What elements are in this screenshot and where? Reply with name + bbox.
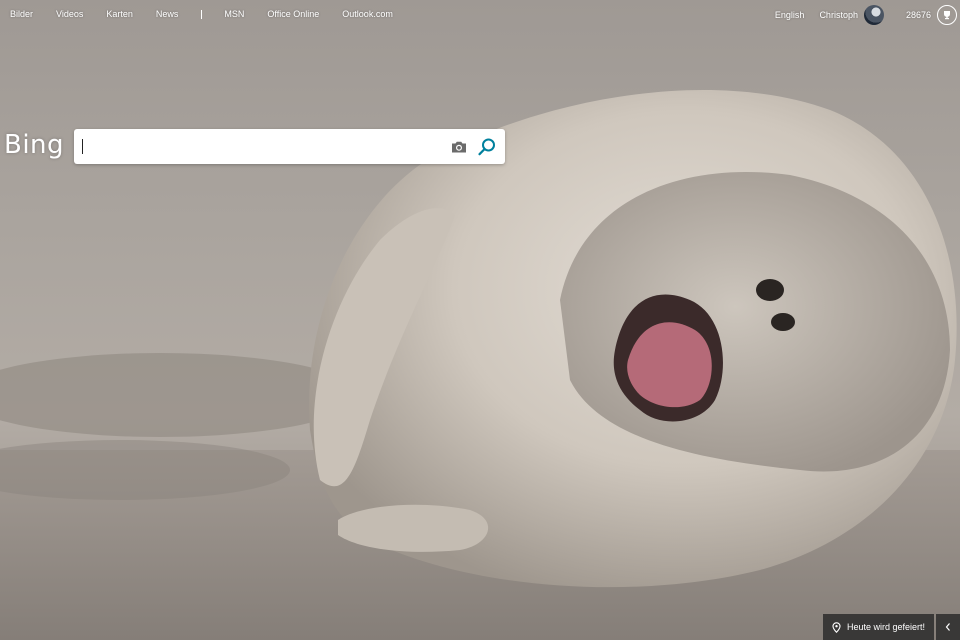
nav-videos[interactable]: Videos xyxy=(56,9,83,19)
nav-separator xyxy=(201,9,203,19)
image-info-label: Heute wird gefeiert! xyxy=(846,622,925,632)
rewards-points[interactable]: 28676 xyxy=(906,10,931,20)
trophy-icon[interactable] xyxy=(937,5,957,25)
language-link[interactable]: English xyxy=(775,10,805,20)
nav-msn[interactable]: MSN xyxy=(224,9,244,19)
nav-outlook[interactable]: Outlook.com xyxy=(342,9,393,19)
camera-icon[interactable] xyxy=(450,138,468,156)
nav-office-online[interactable]: Office Online xyxy=(267,9,319,19)
bing-logo[interactable]: Bing xyxy=(4,130,64,160)
top-nav: Bilder Videos Karten News MSN Office Onl… xyxy=(10,9,416,19)
chevron-left-icon xyxy=(945,623,950,631)
user-name[interactable]: Christoph xyxy=(819,10,858,20)
text-caret xyxy=(82,139,83,154)
search-box xyxy=(74,129,505,164)
image-info-button[interactable]: Heute wird gefeiert! xyxy=(822,614,934,640)
bottom-bar: Heute wird gefeiert! xyxy=(822,614,960,640)
location-pin-icon xyxy=(832,621,841,633)
search-input[interactable] xyxy=(81,136,445,158)
avatar[interactable] xyxy=(863,5,884,25)
top-bar: Bilder Videos Karten News MSN Office Onl… xyxy=(0,0,960,30)
account-area: English Christoph 28676 xyxy=(775,4,960,26)
background-photo xyxy=(0,0,960,640)
nav-karten[interactable]: Karten xyxy=(106,9,133,19)
nav-news[interactable]: News xyxy=(156,9,179,19)
search-icon[interactable] xyxy=(476,136,498,158)
collapse-button[interactable] xyxy=(936,614,960,640)
nav-bilder[interactable]: Bilder xyxy=(10,9,33,19)
